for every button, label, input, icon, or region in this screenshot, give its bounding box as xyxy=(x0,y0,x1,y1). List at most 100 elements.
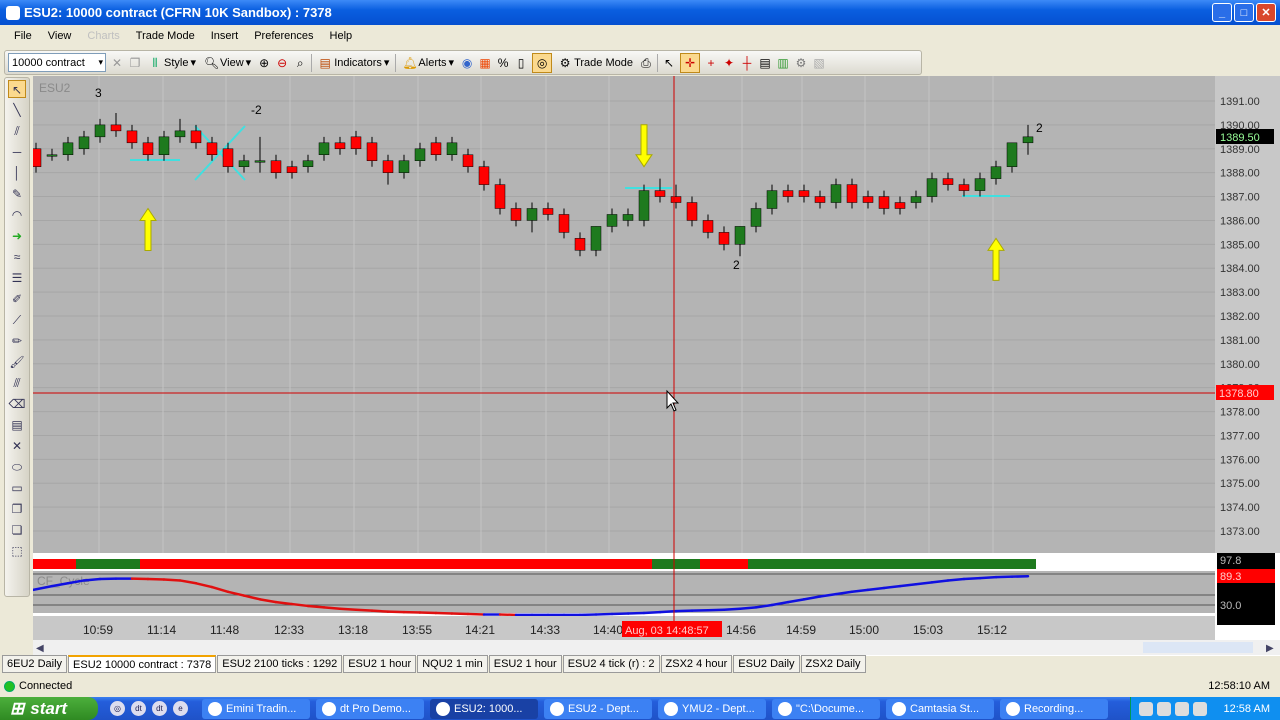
pointer-icon[interactable]: ↖ xyxy=(662,56,676,70)
price-tick-label: 1389.00 xyxy=(1220,144,1260,156)
percent-icon[interactable]: % xyxy=(496,56,510,70)
taskbar-item[interactable]: Camtasia St... xyxy=(886,698,994,719)
tab-nqu2-1-min[interactable]: NQU2 1 min xyxy=(417,655,488,673)
dt-icon[interactable]: dt xyxy=(131,701,146,716)
wave-icon[interactable]: ≈ xyxy=(8,248,26,266)
menu-insert[interactable]: Insert xyxy=(203,30,247,42)
tab-esu2-daily[interactable]: ESU2 Daily xyxy=(733,655,800,673)
globe-icon[interactable]: ◉ xyxy=(460,56,474,70)
dt-icon[interactable]: dt xyxy=(152,701,167,716)
tab-esu2-1-hour[interactable]: ESU2 1 hour xyxy=(343,655,417,673)
tab-esu2-2100-ticks[interactable]: ESU2 2100 ticks : 1292 xyxy=(217,655,343,673)
time-tick-label: 13:55 xyxy=(402,623,432,637)
cycle-pane[interactable] xyxy=(33,571,1215,613)
close-button[interactable]: ✕ xyxy=(1256,3,1276,22)
tab-esu2-10000-contract[interactable]: ESU2 10000 contract : 7378 xyxy=(68,655,217,673)
ie-icon[interactable]: e xyxy=(173,701,188,716)
chart-area[interactable]: ESU2 3 -2 2 2 1391.00 1390.00 1389.00 1388.… xyxy=(30,76,1280,656)
view-button[interactable]: 🔍︎ View ▾ xyxy=(202,53,253,73)
text-note-icon[interactable]: ✎ xyxy=(8,185,26,203)
alerts-button[interactable]: 🔔︎ Alerts ▾ xyxy=(400,53,456,73)
fibonacci-icon[interactable]: ⫻ xyxy=(8,374,26,392)
taskbar-item[interactable]: "C:\Docume... xyxy=(772,698,880,719)
price-chart[interactable]: ESU2 3 -2 2 2 1391.001390.001389.001388.… xyxy=(30,76,1280,656)
candle xyxy=(718,232,730,245)
tab-zsx2-4-hour[interactable]: ZSX2 4 hour xyxy=(660,655,733,673)
pane-divider[interactable] xyxy=(33,554,1215,558)
start-button[interactable]: ⊞ start xyxy=(0,697,98,720)
rectangle-icon[interactable]: ▭ xyxy=(8,479,26,497)
taskbar-item-active[interactable]: ESU2: 1000... xyxy=(430,698,538,719)
arrow-right-icon[interactable]: ➜ xyxy=(8,227,26,245)
crosshair-red-icon[interactable]: + xyxy=(704,56,718,70)
scrollbar-thumb[interactable] xyxy=(1143,642,1253,653)
taskbar-item[interactable]: ESU2 - Dept... xyxy=(544,698,652,719)
crosshair-dot-icon[interactable]: ✦ xyxy=(722,56,736,70)
horizontal-scrollbar[interactable] xyxy=(33,640,1280,655)
taskbar-item[interactable]: Recording... xyxy=(1000,698,1108,719)
tray-icon[interactable] xyxy=(1139,701,1153,716)
channel-icon[interactable]: ☰ xyxy=(8,269,26,287)
parallel-lines-icon[interactable]: ⫽ xyxy=(8,122,26,140)
link-button[interactable]: ◎ xyxy=(532,52,553,73)
menu-file[interactable]: File xyxy=(6,30,40,42)
crosshair-line-icon[interactable]: ┼ xyxy=(740,56,754,70)
crosshair-button[interactable]: ✛ xyxy=(679,52,700,73)
ray-icon[interactable]: ⟋ xyxy=(8,311,26,329)
scroll-right-icon[interactable]: ▶ xyxy=(1266,643,1274,654)
trade-mode-button[interactable]: ⚙ Trade Mode xyxy=(556,53,635,73)
close-icon[interactable]: ✕ xyxy=(110,56,124,70)
taskbar-item[interactable]: Emini Tradin... xyxy=(202,698,310,719)
tray-icon[interactable] xyxy=(1193,701,1207,716)
line-tool-icon[interactable]: ╲ xyxy=(8,101,26,119)
time-tick-label: 14:21 xyxy=(465,623,495,637)
delete-icon[interactable]: ✕ xyxy=(8,437,26,455)
page-icon[interactable]: ▯ xyxy=(514,56,528,70)
calculator-icon[interactable]: ▥ xyxy=(776,56,790,70)
horizontal-line-icon[interactable]: ─ xyxy=(8,143,26,161)
maximize-button[interactable]: □ xyxy=(1234,3,1254,22)
menu-preferences[interactable]: Preferences xyxy=(246,30,321,42)
menu-charts[interactable]: Charts xyxy=(79,30,127,42)
eraser-icon[interactable]: ⌫ xyxy=(8,395,26,413)
tray-icon[interactable] xyxy=(1175,701,1189,716)
taskbar-item[interactable]: dt Pro Demo... xyxy=(316,698,424,719)
zoom-menu-icon[interactable]: ⌕ xyxy=(293,56,307,70)
copy-drawing-icon[interactable]: ❐ xyxy=(8,500,26,518)
layers-icon[interactable]: ▤ xyxy=(8,416,26,434)
table-icon[interactable]: ▤ xyxy=(758,56,772,70)
scroll-left-icon[interactable]: ◀ xyxy=(36,643,44,654)
tab-esu2-4-tick[interactable]: ESU2 4 tick (r) : 2 xyxy=(562,655,660,673)
color-bars-icon[interactable]: ▦ xyxy=(478,56,492,70)
template-icon[interactable]: ▧ xyxy=(812,56,826,70)
tab-6eu2-daily[interactable]: 6EU2 Daily xyxy=(2,655,68,673)
candle xyxy=(286,166,298,173)
brush-icon[interactable]: 🖌︎ xyxy=(8,353,26,371)
zoom-out-icon[interactable]: ⊖ xyxy=(275,56,289,70)
pen-icon[interactable]: ✐ xyxy=(8,290,26,308)
interval-select[interactable]: 10000 contract xyxy=(8,53,106,72)
vertical-line-icon[interactable]: │ xyxy=(8,164,26,182)
taskbar-item[interactable]: YMU2 - Dept... xyxy=(658,698,766,719)
pencil-icon[interactable]: ✏ xyxy=(8,332,26,350)
arc-icon[interactable]: ◠ xyxy=(8,206,26,224)
copy-icon[interactable]: ❐ xyxy=(128,56,142,70)
menu-help[interactable]: Help xyxy=(322,30,361,42)
minimize-button[interactable]: _ xyxy=(1212,3,1232,22)
zoom-in-icon[interactable]: ⊕ xyxy=(257,56,271,70)
indicators-button[interactable]: ▤ Indicators ▾ xyxy=(316,53,391,73)
tab-zsx2-daily[interactable]: ZSX2 Daily xyxy=(800,655,866,673)
menu-view[interactable]: View xyxy=(40,30,80,42)
select-area-icon[interactable]: ⬚ xyxy=(8,542,26,560)
quicklaunch-icon[interactable]: ◎ xyxy=(110,701,125,716)
candle xyxy=(446,142,458,156)
ellipse-icon[interactable]: ⬭ xyxy=(8,458,26,476)
paste-icon[interactable]: ❏ xyxy=(8,521,26,539)
settings-icon[interactable]: ⚙ xyxy=(794,56,808,70)
print-icon[interactable]: ⎙ xyxy=(639,56,653,70)
pointer-tool-icon[interactable]: ↖ xyxy=(8,80,26,98)
style-button[interactable]: ⫴ Style ▾ xyxy=(146,53,198,73)
menu-trade-mode[interactable]: Trade Mode xyxy=(128,30,203,42)
tray-icon[interactable] xyxy=(1157,701,1171,716)
tab-esu2-1-hour-2[interactable]: ESU2 1 hour xyxy=(488,655,562,673)
